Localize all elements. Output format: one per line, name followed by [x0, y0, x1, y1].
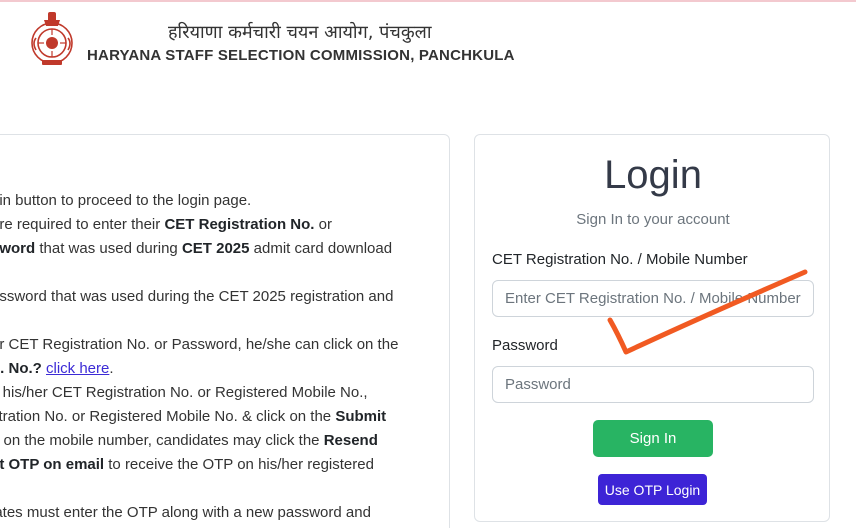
instruction-line: s his/her CET Registration No. or Regist… — [0, 384, 368, 401]
sign-in-button[interactable]: Sign In — [593, 420, 713, 457]
forgot-reg-no-link[interactable]: click here — [46, 360, 109, 377]
instruction-line: d on the mobile number, candidates may c… — [0, 432, 378, 449]
password-input[interactable] — [492, 366, 814, 403]
instructions-card: gin button to proceed to the login page.… — [0, 134, 450, 528]
header-title-english: HARYANA STAFF SELECTION COMMISSION, PANC… — [87, 47, 515, 64]
login-card: Login Sign In to your account CET Regist… — [474, 134, 830, 522]
instruction-line: are required to enter their CET Registra… — [0, 216, 332, 233]
registration-label: CET Registration No. / Mobile Number — [492, 251, 748, 268]
login-title: Login — [604, 153, 702, 197]
registration-input[interactable] — [492, 280, 814, 317]
instruction-line: stration No. or Registered Mobile No. & … — [0, 408, 387, 425]
instruction-line: er CET Registration No. or Password, he/… — [0, 336, 399, 353]
instruction-line: et OTP on email to receive the OTP on hi… — [0, 456, 374, 473]
site-header: हरियाणा कर्मचारी चयन आयोग, पंचकुला HARYA… — [0, 0, 856, 80]
header-title-hindi: हरियाणा कर्मचारी चयन आयोग, पंचकुला — [168, 22, 432, 43]
haryana-emblem-icon — [31, 12, 73, 65]
password-label: Password — [492, 337, 558, 354]
instruction-line: g. No.? click here. — [0, 360, 114, 377]
instruction-line: lates must enter the OTP along with a ne… — [0, 504, 371, 521]
instruction-line: assword that was used during the CET 202… — [0, 288, 394, 305]
login-subtitle: Sign In to your account — [576, 211, 730, 228]
instruction-line: gin button to proceed to the login page. — [0, 192, 252, 209]
instruction-line: sword that was used during CET 2025 admi… — [0, 240, 393, 257]
otp-login-button[interactable]: Use OTP Login — [598, 474, 707, 505]
